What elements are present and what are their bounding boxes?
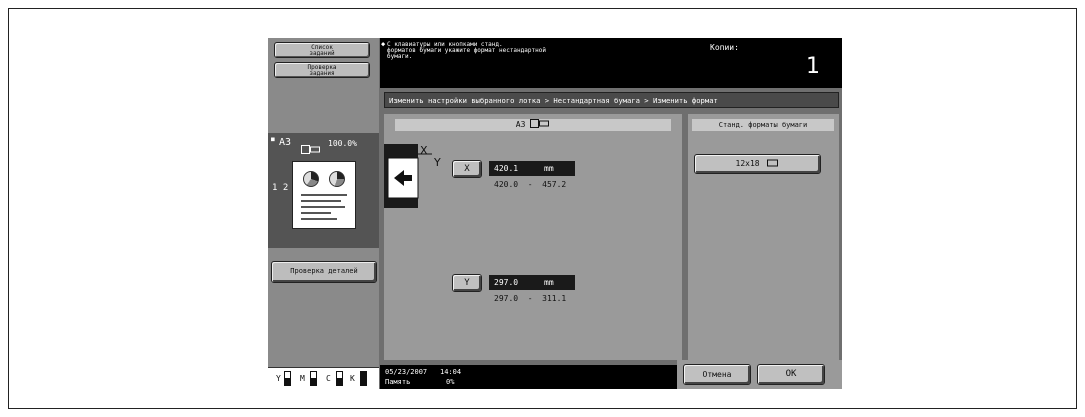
toner-bar-k <box>360 371 367 386</box>
x-dimension-button[interactable]: X <box>452 160 482 178</box>
instruction-message: С клавиатуры или кнопками станд. формато… <box>387 41 546 60</box>
job-check-button[interactable]: Проверка задания <box>274 62 370 78</box>
y-value-field[interactable]: 297.0 mm <box>489 275 575 290</box>
text-line <box>301 218 337 220</box>
format-title: A3 <box>395 119 671 131</box>
y-unit: mm <box>544 278 554 287</box>
paper-landscape-icon <box>767 159 779 167</box>
toner-bar-m <box>310 371 317 386</box>
text-line <box>301 212 331 214</box>
y-range: 297.0 - 311.1 <box>494 294 567 303</box>
x-unit: mm <box>544 164 554 173</box>
message-header: ◆ С клавиатуры или кнопками станд. форма… <box>380 38 842 88</box>
copies-label: Копии: <box>710 43 739 52</box>
custom-size-panel: A3 X Y X 420.1 mm 420.0 - 457.2 Y 297.0 … <box>384 114 682 360</box>
details-button[interactable]: Проверка деталей <box>271 261 377 283</box>
toner-label-y: Y <box>276 374 281 383</box>
status-date: 05/23/2007 <box>385 368 428 376</box>
y-dimension-button[interactable]: Y <box>452 274 482 292</box>
standard-formats-panel: Станд. форматы бумаги 12x18 <box>688 114 839 360</box>
memory-label: Память <box>385 378 411 386</box>
bullet-icon: ■ <box>271 136 275 143</box>
text-line <box>301 200 341 202</box>
x-value-field[interactable]: 420.1 mm <box>489 161 575 176</box>
status-time: 14:04 <box>440 368 462 376</box>
info-icon: ◆ <box>381 40 386 48</box>
copies-value: 1 <box>806 54 820 79</box>
job-list-button[interactable]: Список заданий <box>274 42 370 58</box>
toner-label-m: M <box>300 374 305 383</box>
y-value: 297.0 <box>494 278 519 287</box>
device-screen: Список заданий Проверка задания ■ A3 100… <box>268 38 842 390</box>
preview-zoom: 100.0% <box>328 139 357 148</box>
format-title-text: A3 <box>515 120 526 129</box>
toner-bar-y <box>284 371 291 386</box>
cancel-button[interactable]: Отмена <box>683 364 751 385</box>
left-panel: Список заданий Проверка задания ■ A3 100… <box>268 38 379 390</box>
x-axis-label: X <box>420 144 428 157</box>
preview-area: ■ A3 100.0% 1 2 <box>268 133 379 248</box>
footer-buttons: Отмена OK <box>677 360 842 389</box>
format-12x18-label: 12x18 <box>735 159 760 168</box>
x-range: 420.0 - 457.2 <box>494 180 567 189</box>
standard-formats-title: Станд. форматы бумаги <box>692 119 834 131</box>
pie-chart-icon <box>303 171 319 187</box>
format-12x18-button[interactable]: 12x18 <box>694 154 821 174</box>
text-line <box>301 194 347 196</box>
text-line <box>301 206 345 208</box>
pie-chart-icon <box>329 171 345 187</box>
paper-landscape-icon <box>301 139 321 158</box>
breadcrumb: Изменить настройки выбранного лотка > Не… <box>384 92 839 108</box>
toner-indicator: Y M C K <box>268 367 379 390</box>
preview-page-thumbnail <box>292 161 356 229</box>
copies-indicator: 1 2 <box>272 183 289 193</box>
ok-button[interactable]: OK <box>757 364 825 385</box>
y-axis-label: Y <box>434 156 441 169</box>
status-bar: 05/23/2007 14:04 Память 0% <box>380 365 677 389</box>
toner-bar-c <box>336 371 343 386</box>
preview-format: A3 <box>279 137 292 148</box>
paper-landscape-icon <box>530 119 550 128</box>
memory-value: 0% <box>446 378 455 386</box>
toner-label-k: K <box>350 374 355 383</box>
toner-label-c: C <box>326 374 331 383</box>
x-value: 420.1 <box>494 164 519 173</box>
